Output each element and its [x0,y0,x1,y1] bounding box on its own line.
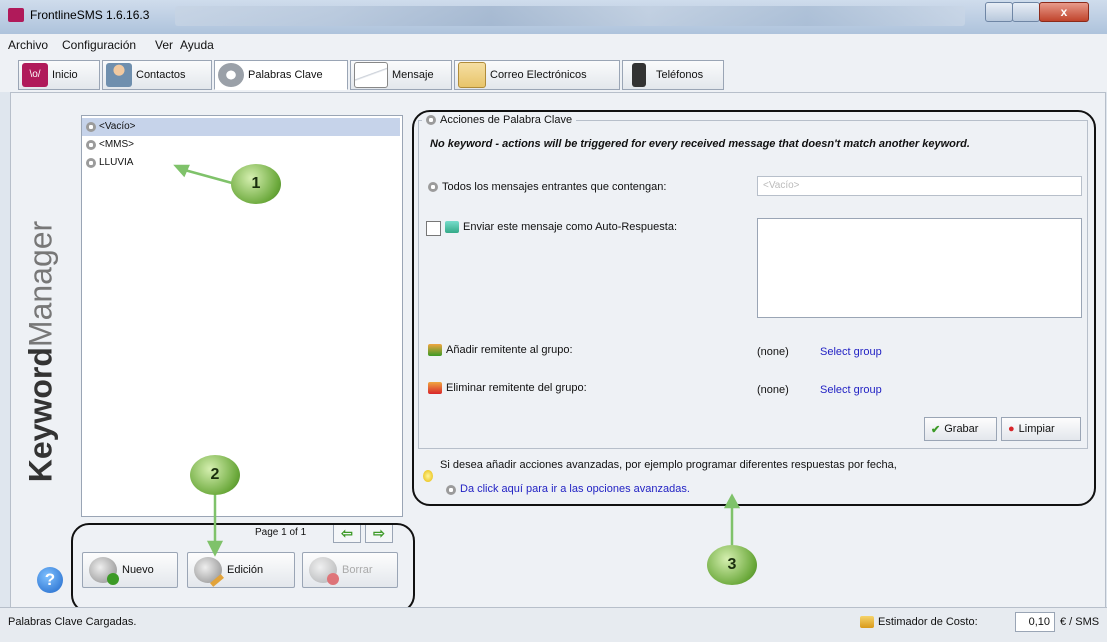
title-bar-toolbar [175,6,965,26]
window-title: FrontlineSMS 1.6.16.3 [30,8,150,22]
email-icon [458,62,486,88]
keyword-item-vacio[interactable]: <Vacío> [82,118,400,136]
gear-icon [86,140,96,150]
close-button[interactable]: x [1039,2,1089,22]
maximize-button[interactable] [1012,2,1040,22]
cost-estimator-label: Estimador de Costo: [860,616,978,628]
tab-inicio[interactable]: \o/ Inicio [18,60,100,90]
tab-label: Mensaje [392,69,434,81]
keyword-label: <Vacío> [99,121,136,132]
keyword-label: <MMS> [99,139,135,150]
phone-icon [632,63,646,87]
app-icon [8,8,24,22]
tab-contactos[interactable]: Contactos [102,60,212,90]
cost-per-sms-field[interactable]: 0,10 [1015,612,1055,632]
tab-telefonos[interactable]: Teléfonos [622,60,724,90]
annotation-bubble-3: 3 [707,545,757,585]
annotation-box-3 [412,110,1096,506]
annotation-box-2 [71,523,415,613]
keyword-label: LLUVIA [99,157,134,168]
tab-label: Contactos [136,69,186,81]
annotation-bubble-2: 2 [190,455,240,495]
tab-label: Palabras Clave [248,69,323,81]
keyword-item-mms[interactable]: <MMS> [82,136,400,154]
menu-archivo[interactable]: Archivo [8,38,48,52]
minimize-button[interactable] [985,2,1013,22]
coins-icon [860,616,874,628]
tab-palabras-clave[interactable]: Palabras Clave [214,60,348,90]
tab-correo[interactable]: Correo Electrónicos [454,60,620,90]
keyword-manager-title: KeywordManager [22,220,59,483]
gear-icon [218,63,244,87]
frontline-logo-icon: \o/ [22,63,48,87]
cost-unit: € / SMS [1060,616,1100,628]
keyword-manager-sidebar: KeywordManager [16,98,70,603]
annotation-bubble-1: 1 [231,164,281,204]
tab-label: Inicio [52,69,78,81]
help-icon[interactable]: ? [37,567,63,593]
tab-mensaje[interactable]: Mensaje [350,60,452,90]
tab-label: Teléfonos [656,69,704,81]
envelope-icon [354,62,388,88]
contacts-icon [106,63,132,87]
menu-ver[interactable]: Ver [155,38,173,52]
menu-configuracion[interactable]: Configuración [62,38,136,52]
menu-ayuda[interactable]: Ayuda [180,38,214,52]
status-message: Palabras Clave Cargadas. [8,616,137,628]
tab-label: Correo Electrónicos [490,69,587,81]
gear-icon [86,158,96,168]
label-text: Estimador de Costo: [878,616,978,628]
gear-icon [86,122,96,132]
